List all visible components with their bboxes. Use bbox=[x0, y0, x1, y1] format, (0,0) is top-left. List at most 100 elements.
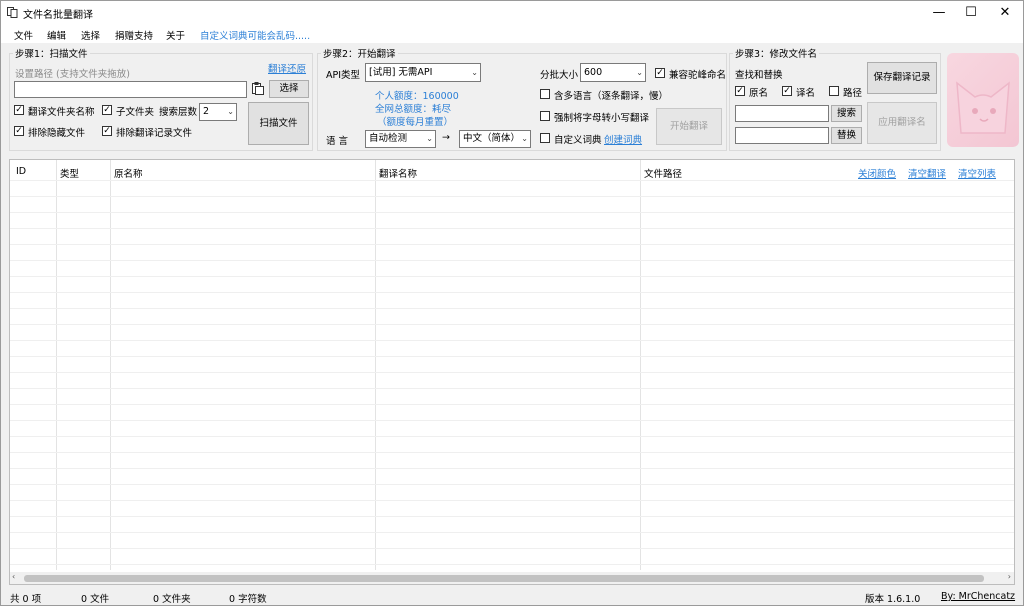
translated-name-label: 译名 bbox=[796, 88, 816, 99]
clear-translation-link[interactable]: 清空翻译 bbox=[908, 166, 946, 180]
search-button[interactable]: 搜索 bbox=[831, 105, 862, 122]
scan-button[interactable]: 扫描文件 bbox=[248, 102, 309, 145]
api-select[interactable]: [试用] 无需API ⌄ bbox=[365, 63, 481, 82]
multilang-label: 含多语言（逐条翻译，慢） bbox=[554, 91, 669, 102]
row-divider bbox=[10, 324, 1014, 325]
menu-select[interactable]: 选择 bbox=[81, 28, 100, 42]
source-language-select[interactable]: 自动检测 ⌄ bbox=[365, 130, 436, 148]
find-input[interactable] bbox=[735, 105, 829, 122]
row-divider bbox=[10, 468, 1014, 469]
start-translate-button[interactable]: 开始翻译 bbox=[656, 108, 722, 145]
path-input[interactable] bbox=[14, 81, 247, 98]
target-language-select[interactable]: 中文（简体） ⌄ bbox=[459, 130, 531, 148]
create-dict-link[interactable]: 创建词典 bbox=[604, 132, 642, 146]
translated-name-checkbox[interactable]: ✓ bbox=[782, 86, 792, 96]
path-label: 设置路径 (支持文件夹拖放) bbox=[15, 69, 130, 80]
menu-file[interactable]: 文件 bbox=[14, 28, 33, 42]
minimize-button[interactable]: — bbox=[923, 1, 955, 25]
step3-title: 步骤3：修改文件名 bbox=[733, 46, 820, 60]
step2-title: 步骤2：开始翻译 bbox=[321, 46, 398, 60]
lowercase-label: 强制将字母转小写翻译 bbox=[554, 113, 650, 124]
row-divider bbox=[10, 420, 1014, 421]
path-option-label: 路径 bbox=[843, 88, 863, 99]
save-records-button[interactable]: 保存翻译记录 bbox=[867, 62, 937, 94]
folders-count: 0 文件夹 bbox=[153, 594, 191, 605]
column-header-original[interactable]: 原名称 bbox=[114, 166, 143, 180]
row-divider bbox=[10, 228, 1014, 229]
row-divider bbox=[10, 388, 1014, 389]
column-divider bbox=[375, 160, 376, 570]
app-window: 文件名批量翻译 — ☐ ✕ 文件 编辑 选择 捐赠支持 关于 自定义词典可能会乱… bbox=[0, 0, 1024, 606]
subfolder-checkbox[interactable]: ✓ bbox=[102, 105, 112, 115]
choose-button[interactable]: 选择 bbox=[269, 80, 309, 98]
replace-input[interactable] bbox=[735, 127, 829, 144]
row-divider bbox=[10, 436, 1014, 437]
source-language-value: 自动检测 bbox=[369, 133, 408, 144]
close-color-link[interactable]: 关闭颜色 bbox=[858, 166, 896, 180]
menu-edit[interactable]: 编辑 bbox=[47, 28, 66, 42]
api-label: API类型 bbox=[326, 70, 361, 81]
menu-donate[interactable]: 捐赠支持 bbox=[115, 28, 153, 42]
menu-about[interactable]: 关于 bbox=[166, 28, 185, 42]
path-checkbox[interactable] bbox=[829, 86, 839, 96]
title-bar: 文件名批量翻译 — ☐ ✕ bbox=[1, 1, 1023, 25]
row-divider bbox=[10, 500, 1014, 501]
column-header-path[interactable]: 文件路径 bbox=[644, 166, 682, 180]
quota-note: （额度每月重置） bbox=[377, 117, 454, 128]
lowercase-checkbox[interactable] bbox=[540, 111, 550, 121]
paste-icon[interactable] bbox=[251, 81, 265, 96]
row-divider bbox=[10, 276, 1014, 277]
column-header-type[interactable]: 类型 bbox=[60, 166, 79, 180]
column-header-translated[interactable]: 翻译名称 bbox=[379, 166, 417, 180]
replace-button[interactable]: 替换 bbox=[831, 127, 862, 144]
depth-label: 搜索层数 bbox=[159, 107, 198, 118]
chevron-down-icon: ⌄ bbox=[227, 107, 234, 116]
horizontal-scrollbar[interactable]: ‹ › bbox=[10, 572, 1014, 584]
app-icon bbox=[7, 7, 18, 18]
row-divider bbox=[10, 308, 1014, 309]
find-replace-label: 查找和替换 bbox=[735, 70, 783, 81]
exclude-records-checkbox[interactable]: ✓ bbox=[102, 126, 112, 136]
chars-count: 0 字符数 bbox=[229, 594, 267, 605]
original-name-checkbox[interactable]: ✓ bbox=[735, 86, 745, 96]
cat-logo-icon bbox=[956, 81, 1010, 134]
scrollbar-thumb[interactable] bbox=[24, 575, 984, 582]
depth-select[interactable]: 2 ⌄ bbox=[199, 103, 237, 121]
scroll-left-icon[interactable]: ‹ bbox=[12, 572, 15, 581]
multilang-checkbox[interactable] bbox=[540, 89, 550, 99]
row-divider bbox=[10, 452, 1014, 453]
avatar bbox=[947, 53, 1019, 147]
window-title: 文件名批量翻译 bbox=[23, 10, 93, 21]
menu-bar: 文件 编辑 选择 捐赠支持 关于 自定义词典可能会乱码..... bbox=[1, 25, 1023, 43]
restore-link[interactable]: 翻译还原 bbox=[268, 61, 306, 75]
row-divider bbox=[10, 372, 1014, 373]
exclude-hidden-checkbox[interactable]: ✓ bbox=[14, 126, 24, 136]
custom-dict-label: 自定义词典 bbox=[554, 135, 602, 146]
batch-size-select[interactable]: 600 ⌄ bbox=[580, 63, 646, 82]
row-divider bbox=[10, 484, 1014, 485]
original-name-label: 原名 bbox=[749, 88, 769, 99]
author-link[interactable]: By: MrChencatz bbox=[941, 591, 1015, 602]
scroll-right-icon[interactable]: › bbox=[1008, 572, 1011, 581]
api-value: [试用] 无需API bbox=[369, 67, 433, 78]
close-button[interactable]: ✕ bbox=[989, 1, 1021, 25]
camel-case-checkbox[interactable]: ✓ bbox=[655, 68, 665, 78]
row-divider bbox=[10, 532, 1014, 533]
global-quota: 全网总额度：耗尽 bbox=[375, 104, 452, 115]
apply-translation-button[interactable]: 应用翻译名 bbox=[867, 102, 937, 144]
custom-dict-checkbox[interactable] bbox=[540, 133, 550, 143]
maximize-button[interactable]: ☐ bbox=[955, 1, 987, 25]
items-count: 共 0 项 bbox=[10, 594, 42, 605]
translate-folder-checkbox[interactable]: ✓ bbox=[14, 105, 24, 115]
menu-notice-link[interactable]: 自定义词典可能会乱码..... bbox=[200, 28, 310, 42]
column-header-id[interactable]: ID bbox=[16, 166, 26, 177]
batch-size-value: 600 bbox=[584, 67, 603, 78]
chevron-down-icon: ⌄ bbox=[636, 68, 643, 77]
file-table[interactable]: ID 类型 原名称 翻译名称 文件路径 关闭颜色 清空翻译 清空列表 ‹ › bbox=[9, 159, 1015, 585]
row-divider bbox=[10, 564, 1014, 565]
files-count: 0 文件 bbox=[81, 594, 110, 605]
personal-quota: 个人额度：160000 bbox=[375, 91, 459, 102]
clear-list-link[interactable]: 清空列表 bbox=[958, 166, 996, 180]
column-divider bbox=[640, 160, 641, 570]
row-divider bbox=[10, 180, 1014, 181]
